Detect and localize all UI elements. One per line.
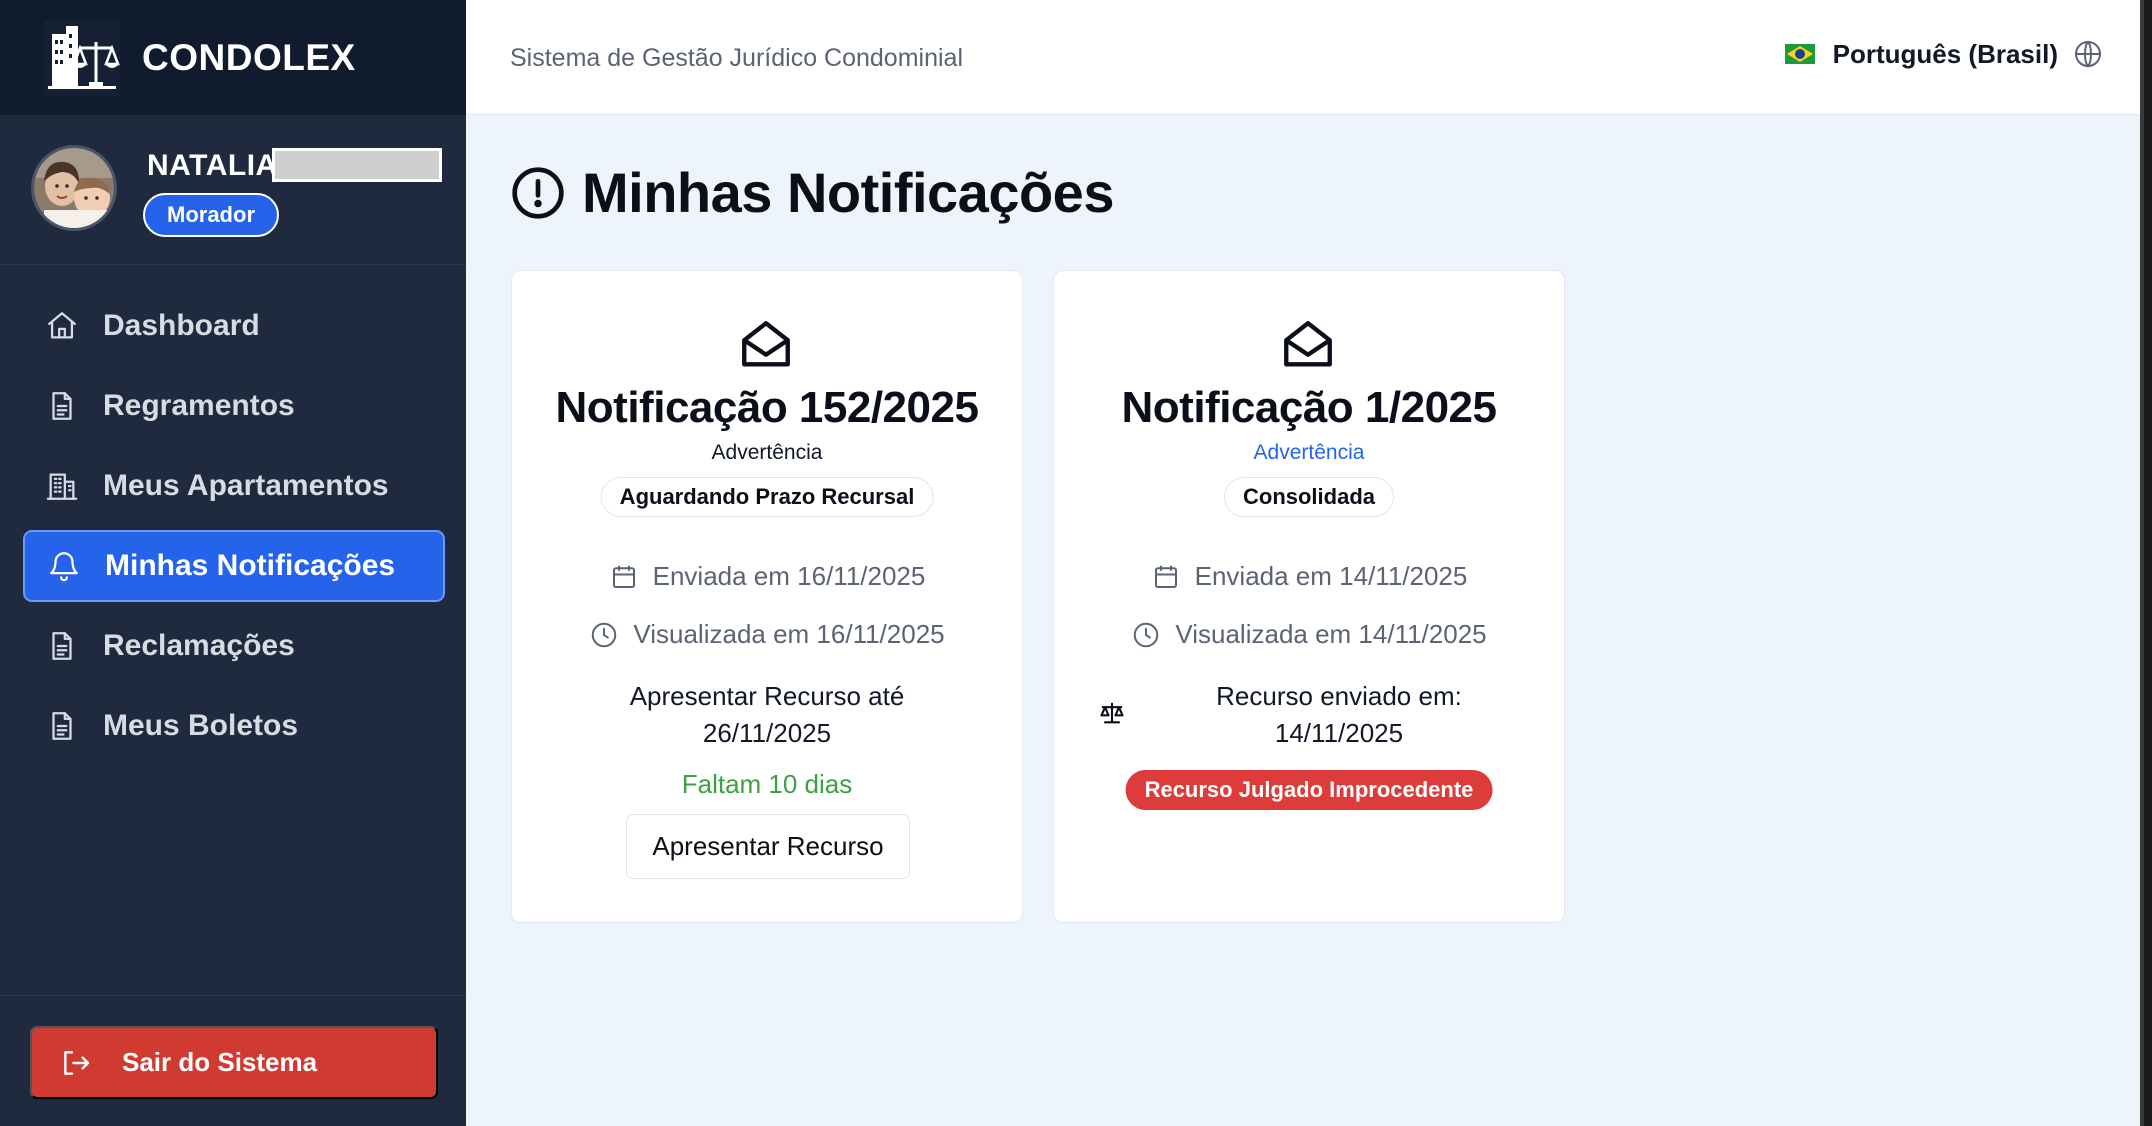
language-selector[interactable]: Português (Brasil): [1784, 38, 2104, 70]
avatar[interactable]: [31, 145, 117, 231]
envelope-open-icon: [742, 321, 790, 367]
sidebar-item-dashboard[interactable]: Dashboard: [23, 290, 445, 362]
globe-icon: [2075, 40, 2101, 68]
sent-date-text: Enviada em 14/11/2025: [1194, 561, 1468, 591]
page-header: Minhas Notificações: [510, 160, 1114, 225]
viewed-date-text: Visualizada em 14/11/2025: [1175, 619, 1487, 649]
avatar-photo-icon: [34, 148, 114, 228]
language-label: Português (Brasil): [1832, 38, 2058, 69]
page-title: Minhas Notificações: [582, 161, 1114, 224]
status-badge: Aguardando Prazo Recursal: [600, 477, 934, 517]
logout-icon: [64, 1050, 90, 1075]
submit-appeal-button[interactable]: Apresentar Recurso: [626, 814, 910, 879]
redacted-surname: [272, 148, 442, 182]
notification-title: Notificação 1/2025: [1121, 383, 1497, 432]
sidebar-item-label: Regramentos: [103, 389, 295, 422]
sidebar-item-meus-apartamentos[interactable]: Meus Apartamentos: [23, 450, 445, 522]
app-subtitle: Sistema de Gestão Jurídico Condominial: [510, 44, 964, 72]
sidebar-item-reclamacoes[interactable]: Reclamações: [23, 610, 445, 682]
alert-circle-icon: [512, 166, 564, 219]
notification-type-link[interactable]: Advertência: [1054, 441, 1564, 465]
sidebar-item-meus-boletos[interactable]: Meus Boletos: [23, 690, 445, 762]
bell-icon: [50, 552, 78, 582]
sidebar-item-minhas-notificacoes[interactable]: Minhas Notificações: [23, 530, 445, 602]
viewed-date: Visualizada em 14/11/2025: [1054, 619, 1564, 650]
logout-button[interactable]: Sair do Sistema: [30, 1026, 438, 1099]
condolex-logo-icon: [44, 19, 120, 96]
verdict-badge: Recurso Julgado Improcedente: [1125, 770, 1493, 810]
building-icon: [46, 473, 78, 500]
sidebar-item-label: Dashboard: [103, 309, 260, 342]
brand-name: CONDOLEX: [142, 36, 356, 78]
sidebar-item-regramentos[interactable]: Regramentos: [23, 370, 445, 442]
calendar-icon: [1154, 565, 1177, 588]
viewed-date: Visualizada em 16/11/2025: [512, 619, 1022, 650]
brazil-flag-icon: [1784, 44, 1815, 64]
clock-icon: [592, 622, 617, 647]
status-badge: Consolidada: [1223, 477, 1395, 517]
appeal-sent-date: 14/11/2025: [1274, 718, 1404, 748]
user-profile: NATALIA Morador: [0, 115, 466, 265]
appeal-sent-text: Recurso enviado em: 14/11/2025: [1154, 678, 1564, 752]
calendar-icon: [612, 565, 635, 588]
appeal-sent: Recurso enviado em: 14/11/2025: [1054, 678, 1564, 758]
sidebar-item-label: Minhas Notificações: [105, 549, 396, 582]
document-icon: [52, 712, 72, 740]
sidebar-item-label: Reclamações: [103, 629, 295, 662]
appeal-deadline-date: 26/11/2025: [702, 718, 832, 748]
sidebar: CONDOLEX NATALIA Morador Dashboard Regra…: [0, 0, 466, 1126]
user-name: NATALIA: [147, 149, 278, 182]
top-bar: Sistema de Gestão Jurídico Condominial P…: [466, 0, 2152, 115]
sent-date: Enviada em 14/11/2025: [1054, 561, 1564, 592]
logout-label: Sair do Sistema: [122, 1047, 318, 1077]
days-left: Faltam 10 dias: [681, 769, 853, 799]
brand-header: CONDOLEX: [0, 0, 466, 115]
scale-icon: [1100, 702, 1124, 724]
envelope-open-icon: [1284, 321, 1332, 367]
sent-date: Enviada em 16/11/2025: [512, 561, 1022, 592]
sent-date-text: Enviada em 16/11/2025: [652, 561, 926, 591]
notification-card: Notificação 1/2025 Advertência Consolida…: [1053, 270, 1565, 923]
appeal-sent-label: Recurso enviado em:: [1216, 681, 1462, 711]
sidebar-item-label: Meus Apartamentos: [103, 469, 389, 502]
sidebar-footer: Sair do Sistema: [0, 995, 466, 1126]
document-icon: [52, 392, 72, 420]
viewed-date-text: Visualizada em 16/11/2025: [633, 619, 945, 649]
appeal-deadline: Apresentar Recurso até 26/11/2025: [512, 678, 1022, 752]
notification-type: Advertência: [711, 441, 823, 464]
notification-card: Notificação 152/2025 Advertência Aguarda…: [511, 270, 1023, 923]
sidebar-item-label: Meus Boletos: [103, 709, 299, 742]
appeal-deadline-label: Apresentar Recurso até: [629, 681, 905, 711]
notification-title: Notificação 152/2025: [555, 383, 979, 432]
home-icon: [48, 312, 76, 339]
clock-icon: [1134, 622, 1159, 647]
document-icon: [52, 632, 72, 660]
role-badge: Morador: [143, 193, 279, 237]
window-edge-shadow: [2144, 0, 2152, 1126]
